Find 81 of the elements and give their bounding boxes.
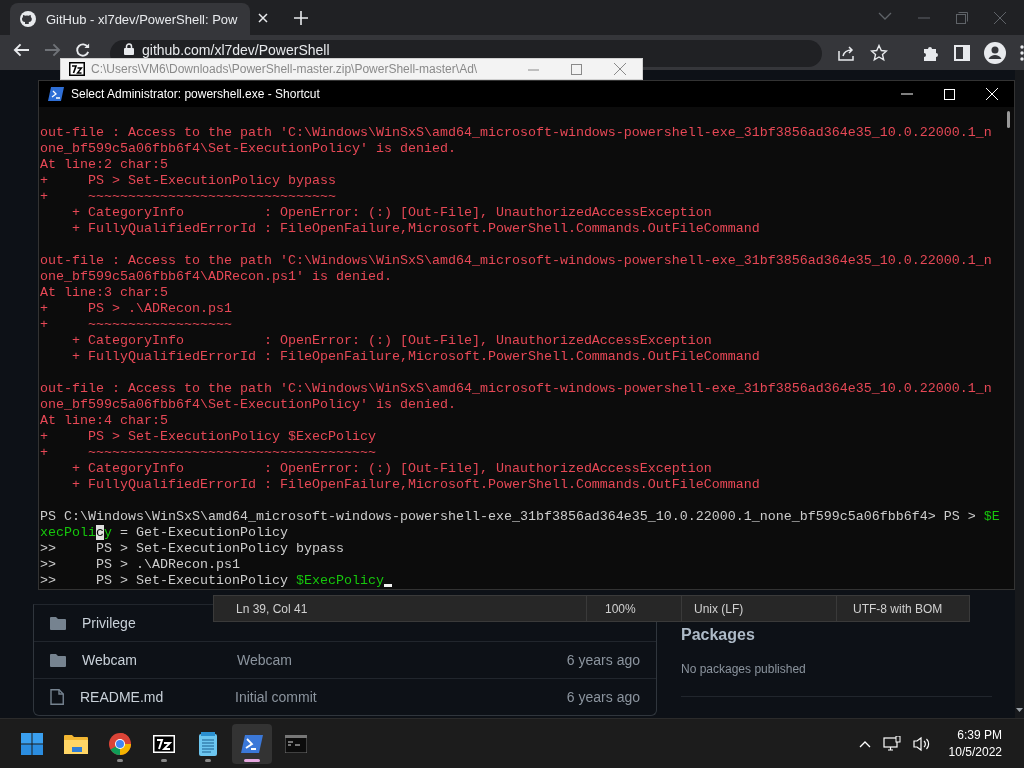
profile-icon[interactable] xyxy=(984,42,1006,64)
scroll-down-icon[interactable] xyxy=(1015,706,1024,714)
start-icon xyxy=(21,732,43,755)
terminal-title-bar[interactable]: Select Administrator: powershell.exe - Shortcut xyxy=(39,81,1014,107)
notepad-icon xyxy=(198,731,218,756)
terminal-line: + PS > Set-ExecutionPolicy bypass xyxy=(40,173,336,189)
reload-icon[interactable] xyxy=(74,42,90,58)
page-scrollbar[interactable] xyxy=(1015,70,1024,718)
terminal-line: >> PS > Set-ExecutionPolicy $ExecPolicy xyxy=(40,573,384,589)
window-title: Select Administrator: powershell.exe - Shortcut xyxy=(71,87,321,101)
folder-icon xyxy=(64,733,88,754)
terminal-line: >> PS > Set-ExecutionPolicy bypass xyxy=(40,541,344,557)
terminal-line: one_bf599c5a06fbb6f4\Set-ExecutionPolicy' is denied. xyxy=(40,397,456,413)
chevron-up-icon[interactable] xyxy=(858,739,871,748)
terminal-line: + PS > .\ADRecon.ps1 xyxy=(40,301,232,317)
terminal-line: At line:4 char:5 xyxy=(40,413,168,429)
sidebar-heading[interactable]: Packages xyxy=(681,626,992,644)
forward-arrow-icon[interactable] xyxy=(43,42,61,58)
archive-app-icon xyxy=(69,62,85,76)
status-text: 100% xyxy=(586,596,681,621)
terminal-line: out-file : Access to the path 'C:\Windows\WinSxS\amd64_microsoft-windows-powershell-exe_31bf3856ad364e35_10.0.22000.1_n xyxy=(40,253,992,269)
restore-icon[interactable] xyxy=(956,11,968,24)
terminal-line: + FullyQualifiedErrorId : FileOpenFailure,Microsoft.PowerShell.Commands.OutFileCommand xyxy=(71,349,760,365)
terminal-line: out-file : Access to the path 'C:\Windows\WinSxS\amd64_microsoft-windows-powershell-exe_31bf3856ad364e35_10.0.22000.1_n xyxy=(40,125,992,141)
back-arrow-icon[interactable] xyxy=(13,42,30,58)
terminal-line: >> PS > .\ADRecon.ps1 xyxy=(40,557,240,573)
terminal-line: + ~~~~~~~~~~~~~~~~~~~~~~~~~~~~~~~~~~~~ xyxy=(40,445,376,461)
terminal-line: + CategoryInfo : OpenError: (:) [Out-File], UnauthorizedAccessException xyxy=(71,333,712,349)
status-text: UTF-8 with BOM xyxy=(836,596,971,621)
menu-icon[interactable] xyxy=(1020,45,1024,61)
status-text: Ln 39, Col 41 xyxy=(235,600,309,618)
archive-app-icon xyxy=(153,734,175,753)
terminal-line: + CategoryInfo : OpenError: (:) [Out-File], UnauthorizedAccessException xyxy=(71,205,712,221)
network-icon[interactable] xyxy=(882,735,901,752)
clock-time: 6:39 PM xyxy=(957,726,1002,744)
status-text: Unix (LF) xyxy=(681,596,836,621)
prompt-icon xyxy=(241,734,263,753)
volume-icon[interactable] xyxy=(912,735,931,752)
file-name[interactable]: Privilege xyxy=(82,615,237,631)
terminal-line: PS C:\Windows\WinSxS\amd64_microsoft-windows-powershell-exe_31bf3856ad364e35_10.0.22000.1_none_bf599c5a06fbb6f4> PS > $E xyxy=(40,509,1000,525)
puzzle-icon[interactable] xyxy=(922,44,940,62)
taskbar-button[interactable] xyxy=(232,723,272,764)
star-icon[interactable] xyxy=(870,44,888,62)
console-icon xyxy=(285,734,307,753)
text-cursor xyxy=(383,584,392,587)
commit-message[interactable]: Webcam xyxy=(237,652,567,668)
side-panel-icon[interactable] xyxy=(954,45,970,61)
terminal-line: + CategoryInfo : OpenError: (:) [Out-File], UnauthorizedAccessException xyxy=(71,461,712,477)
tab-title: GitHub - xl7dev/PowerShell: Pow xyxy=(46,11,238,27)
prompt-icon xyxy=(48,87,64,101)
terminal-line: xecPolicy = Get-ExecutionPolicy xyxy=(40,525,288,541)
clock-date: 10/5/2022 xyxy=(948,743,1002,761)
lock-icon xyxy=(124,43,134,55)
terminal-line: + FullyQualifiedErrorId : FileOpenFailure,Microsoft.PowerShell.Commands.OutFileCommand xyxy=(71,221,760,237)
folder-icon xyxy=(50,653,66,667)
sidebar-text: No packages published xyxy=(681,662,992,697)
file-name[interactable]: Webcam xyxy=(82,652,237,668)
browser-tab[interactable]: GitHub - xl7dev/PowerShell: Pow xyxy=(10,3,250,35)
commit-age: 6 years ago xyxy=(566,689,640,705)
new-tab-icon[interactable] xyxy=(294,10,308,25)
terminal-line: + FullyQualifiedErrorId : FileOpenFailure,Microsoft.PowerShell.Commands.OutFileCommand xyxy=(71,477,760,493)
terminal-scrollbar[interactable] xyxy=(1006,111,1010,128)
github-icon xyxy=(20,11,36,27)
terminal-line: + ~~~~~~~~~~~~~~~~~~ xyxy=(40,317,232,333)
commit-message[interactable]: Initial commit xyxy=(235,689,567,705)
folder-icon xyxy=(50,616,66,630)
file-icon xyxy=(50,689,64,705)
chevron-down-icon[interactable] xyxy=(878,11,892,20)
terminal-line: out-file : Access to the path 'C:\Windows\WinSxS\amd64_microsoft-windows-powershell-exe_31bf3856ad364e35_10.0.22000.1_n xyxy=(40,381,992,397)
terminal-line: At line:2 char:5 xyxy=(40,157,168,173)
terminal-line: one_bf599c5a06fbb6f4\Set-ExecutionPolicy' is denied. xyxy=(40,141,456,157)
terminal-line: one_bf599c5a06fbb6f4\ADRecon.ps1' is denied. xyxy=(40,269,392,285)
clock[interactable]: 6:39 PM 10/5/2022 xyxy=(948,726,1002,761)
terminal-line: At line:3 char:5 xyxy=(40,285,168,301)
terminal-line: + PS > Set-ExecutionPolicy $ExecPolicy xyxy=(40,429,376,445)
file-name[interactable]: README.md xyxy=(80,689,235,705)
commit-age: 6 years ago xyxy=(566,652,640,668)
share-icon[interactable] xyxy=(838,45,856,61)
tab-close-icon[interactable] xyxy=(258,12,268,23)
terminal-line: + ~~~~~~~~~~~~~~~~~~~~~~~~~~~~~~~ xyxy=(40,189,336,205)
browser-icon xyxy=(109,732,131,755)
